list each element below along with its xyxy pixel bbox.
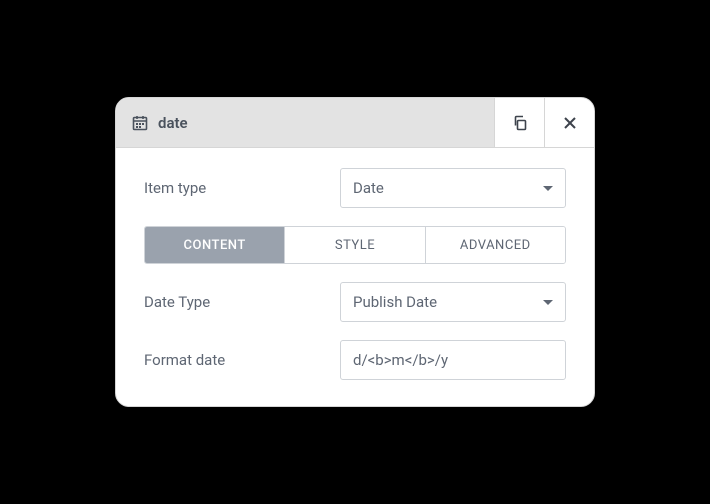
date-type-value: Publish Date	[353, 293, 437, 311]
settings-panel: date Item type Date	[115, 97, 595, 407]
item-type-row: Item type Date	[144, 168, 566, 208]
format-date-label: Format date	[144, 351, 324, 369]
item-type-value: Date	[353, 179, 384, 197]
date-type-row: Date Type Publish Date	[144, 282, 566, 322]
calendar-icon	[132, 115, 148, 131]
tab-style[interactable]: STYLE	[284, 227, 424, 263]
copy-icon	[512, 115, 528, 131]
item-type-select[interactable]: Date	[340, 168, 566, 208]
close-icon	[563, 116, 577, 130]
copy-button[interactable]	[494, 98, 544, 147]
item-type-label: Item type	[144, 179, 324, 197]
date-type-select[interactable]: Publish Date	[340, 282, 566, 322]
format-date-input[interactable]	[340, 340, 566, 380]
tabs: CONTENT STYLE ADVANCED	[144, 226, 566, 264]
panel-body: Item type Date CONTENT STYLE ADVANCED Da…	[116, 148, 594, 406]
date-type-label: Date Type	[144, 293, 324, 311]
tab-advanced[interactable]: ADVANCED	[425, 227, 565, 263]
title-area: date	[116, 98, 494, 147]
tab-content[interactable]: CONTENT	[145, 227, 284, 263]
format-date-row: Format date	[144, 340, 566, 380]
titlebar: date	[116, 98, 594, 148]
chevron-down-icon	[543, 300, 553, 305]
panel-title: date	[158, 114, 188, 132]
chevron-down-icon	[543, 186, 553, 191]
close-button[interactable]	[544, 98, 594, 147]
